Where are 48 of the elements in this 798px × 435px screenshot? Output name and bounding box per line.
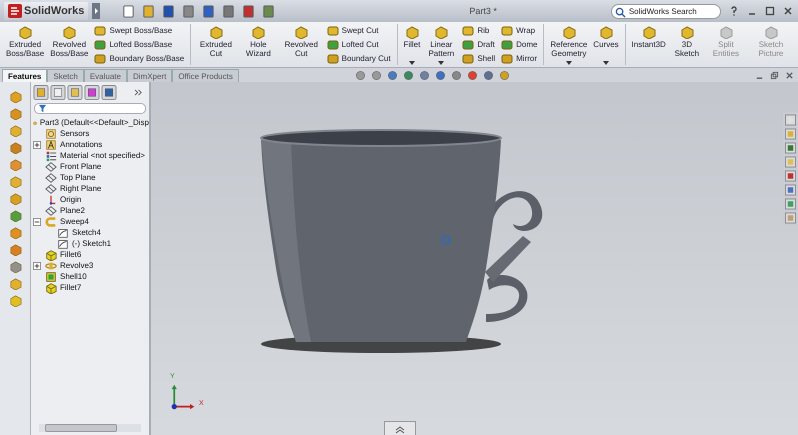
ribbon-button[interactable]: Reference Geometry — [548, 24, 590, 66]
tree-item[interactable]: Front Plane — [60, 162, 102, 171]
ribbon-button[interactable]: Extruded Boss/Base — [4, 24, 46, 66]
tab[interactable]: Sketch — [47, 69, 84, 82]
tree-item[interactable]: Material <not specified> — [60, 151, 145, 160]
ribbon-button[interactable]: Boundary Boss/Base — [92, 52, 186, 65]
ribbon-button[interactable]: Hole Wizard — [238, 24, 278, 66]
tree-item[interactable]: Origin — [60, 195, 82, 204]
ribbon-button[interactable]: Lofted Cut — [324, 38, 393, 51]
tree-item[interactable]: Fillet7 — [60, 283, 82, 292]
ribbon-button[interactable]: Revolved Cut — [280, 24, 323, 66]
ribbon-button[interactable]: Dome — [499, 38, 540, 51]
ribbon-button[interactable]: Curves — [591, 24, 621, 66]
tree-item[interactable]: Fillet6 — [60, 250, 82, 259]
ribbon-button[interactable]: Boundary Cut — [324, 52, 393, 65]
app-name: SolidWorks — [24, 5, 84, 17]
ribbon-button[interactable]: Draft — [460, 38, 498, 51]
tree-item[interactable]: Sensors — [60, 129, 90, 138]
ribbon-button[interactable]: Revolved Boss/Base — [48, 24, 90, 66]
ribbon-button[interactable]: Linear Pattern — [424, 24, 458, 66]
tab[interactable]: Evaluate — [84, 69, 127, 82]
ribbon-button[interactable]: Swept Boss/Base — [92, 24, 186, 37]
app-logo[interactable]: SolidWorks — [4, 2, 88, 20]
ribbon-button[interactable]: Extruded Cut — [195, 24, 237, 66]
tree-item[interactable]: Revolve3 — [60, 261, 94, 270]
ribbon-button[interactable]: Fillet — [401, 24, 422, 66]
search-field[interactable]: SolidWorks Search — [610, 4, 721, 18]
tab[interactable]: Features — [2, 69, 48, 82]
tree-item[interactable]: Part3 (Default<<Default>_Disp — [40, 118, 149, 127]
tree-item[interactable]: Sketch4 — [72, 228, 101, 237]
tab[interactable]: Office Products — [172, 69, 239, 82]
tree-item[interactable]: Sweep4 — [60, 217, 89, 226]
tree-item[interactable]: (-) Sketch1 — [72, 239, 112, 248]
tree-item[interactable]: Shell10 — [60, 272, 87, 281]
tree-item[interactable]: Annotations — [60, 140, 102, 149]
ribbon-button[interactable]: Swept Cut — [324, 24, 393, 37]
ribbon-button[interactable]: Lofted Boss/Base — [92, 38, 186, 51]
ribbon-button[interactable]: Mirror — [499, 52, 540, 65]
ribbon-button[interactable]: Shell — [460, 52, 498, 65]
window-title: Part3 * — [469, 6, 497, 16]
ribbon-button[interactable]: Instant3D — [630, 24, 668, 66]
ribbon-button[interactable]: 3D Sketch — [670, 24, 704, 66]
tab[interactable]: DimXpert — [126, 69, 172, 82]
ribbon-button[interactable]: Wrap — [499, 24, 540, 37]
tree-item[interactable]: Plane2 — [60, 206, 85, 215]
tree-item[interactable]: Right Plane — [60, 184, 102, 193]
ribbon-button[interactable]: Rib — [460, 24, 498, 37]
tree-item[interactable]: Top Plane — [60, 173, 96, 182]
